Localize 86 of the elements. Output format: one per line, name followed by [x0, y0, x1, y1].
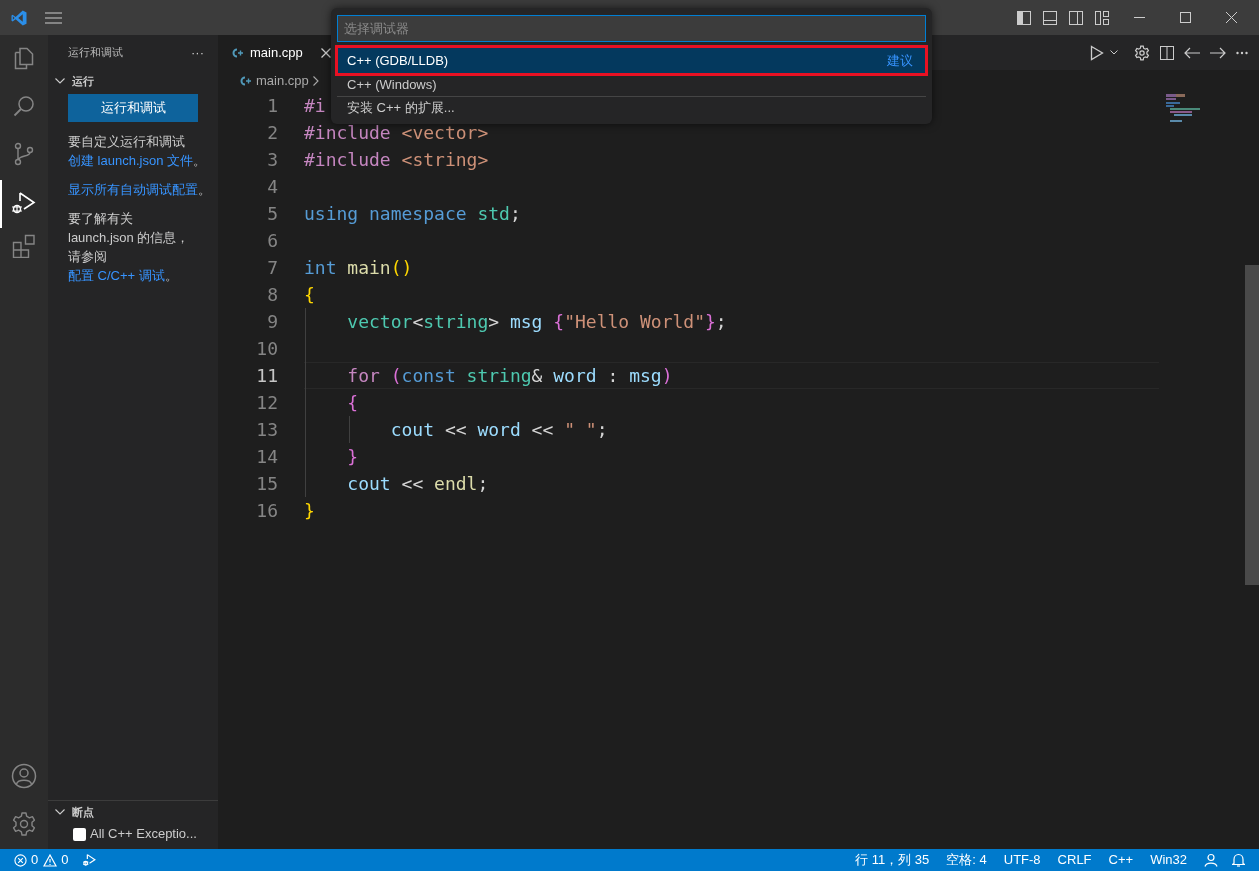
quick-pick-item[interactable]: C++ (Windows)	[337, 74, 926, 96]
chevron-down-icon[interactable]	[1110, 50, 1118, 55]
line-number: 10	[255, 337, 278, 361]
run-icon[interactable]	[1090, 44, 1104, 61]
back-arrow-icon[interactable]	[1184, 46, 1200, 59]
active-indicator	[0, 180, 2, 228]
recommended-label: 建议	[887, 51, 913, 70]
extensions-icon[interactable]	[12, 234, 36, 258]
doc-link[interactable]: 显示所有自动调试配置	[68, 182, 198, 197]
status-item[interactable]: Win32	[1150, 850, 1187, 870]
account-icon[interactable]	[11, 763, 37, 789]
error-icon	[14, 853, 27, 867]
line-number: 11	[255, 364, 278, 388]
bell-icon[interactable]	[1232, 853, 1245, 867]
customize-layout-icon[interactable]	[1095, 10, 1109, 25]
toggle-sidebar-icon[interactable]	[1017, 10, 1031, 25]
checkbox[interactable]	[73, 827, 86, 841]
code-line: cout << endl;	[346, 472, 489, 496]
vscode-logo-icon	[10, 8, 28, 27]
code-line: int main()	[304, 256, 413, 280]
cpp-file-icon	[238, 75, 252, 87]
line-number: 8	[266, 283, 278, 307]
code-line: #i	[304, 94, 326, 118]
code-line: #include <vector>	[304, 121, 489, 145]
warning-icon	[43, 853, 58, 867]
status-item[interactable]: UTF-8	[1003, 850, 1041, 870]
breakpoint-label: All C++ Exceptio...	[90, 825, 197, 844]
line-number: 15	[255, 472, 278, 496]
quick-pick-item[interactable]: C++ (GDB/LLDB) 建议	[337, 47, 926, 74]
settings-icon[interactable]	[1134, 44, 1150, 61]
files-icon[interactable]	[12, 46, 36, 70]
split-editor-icon[interactable]	[1160, 45, 1174, 60]
line-number: 7	[266, 256, 278, 280]
maximize-icon[interactable]	[1180, 12, 1191, 23]
line-number: 1	[266, 94, 278, 118]
code-line: }	[346, 445, 359, 469]
line-number: 12	[255, 391, 278, 415]
status-item[interactable]: C++	[1108, 850, 1134, 870]
forward-arrow-icon[interactable]	[1210, 46, 1226, 59]
menu-icon[interactable]	[45, 11, 62, 24]
sidebar-title: 运行和调试	[68, 45, 123, 61]
section-title[interactable]: 断点	[72, 803, 94, 821]
status-item[interactable]: 行 11，列 35	[855, 850, 930, 870]
code-line: #include <string>	[304, 148, 489, 172]
breadcrumb-item[interactable]: main.cpp	[256, 71, 309, 91]
source-control-icon[interactable]	[12, 142, 36, 166]
line-number: 14	[255, 445, 278, 469]
cpp-file-icon	[230, 46, 244, 59]
code-line: using namespace std;	[304, 202, 521, 226]
info-paragraph: 要了解有关 launch.json 的信息，请参阅 配置 C/C++ 调试。	[68, 210, 191, 285]
line-number: 5	[266, 202, 278, 226]
line-number: 16	[255, 499, 278, 523]
run-debug-icon[interactable]	[11, 190, 37, 216]
warning-count[interactable]: 0	[61, 850, 69, 870]
code-line: {	[346, 391, 359, 415]
line-number: 9	[266, 310, 278, 334]
more-icon[interactable]	[1236, 50, 1248, 55]
code-line: for (const string& word : msg)	[346, 364, 673, 388]
code-line: cout << word << " ";	[389, 418, 608, 442]
toggle-panel-icon[interactable]	[1043, 10, 1057, 25]
line-number: 4	[266, 175, 278, 199]
search-field[interactable]: 选择调试器	[337, 15, 926, 42]
account-icon[interactable]	[1204, 853, 1218, 867]
line-number: 13	[255, 418, 278, 442]
run-and-debug-button[interactable]: 运行和调试	[68, 94, 198, 122]
status-item[interactable]: 空格: 4	[946, 850, 987, 870]
toggle-secondary-sidebar-icon[interactable]	[1069, 10, 1083, 25]
code-line: }	[304, 499, 315, 523]
line-number: 6	[266, 229, 278, 253]
status-item[interactable]: CRLF	[1057, 850, 1092, 870]
code-line: vector<string> msg {"Hello World"};	[346, 310, 727, 334]
close-icon[interactable]	[1226, 12, 1237, 23]
error-count[interactable]: 0	[31, 850, 39, 870]
info-paragraph: 要自定义运行和调试 创建 launch.json 文件。	[68, 133, 198, 170]
code-line: {	[304, 283, 315, 307]
search-icon[interactable]	[12, 94, 36, 118]
doc-link[interactable]: 创建 launch.json 文件	[68, 153, 193, 168]
line-number: 2	[266, 121, 278, 145]
close-icon[interactable]	[320, 47, 331, 58]
chevron-right-icon	[312, 76, 319, 86]
more-actions-button[interactable]: ···	[191, 46, 204, 59]
doc-link[interactable]: 配置 C/C++ 调试	[68, 268, 165, 283]
section-title[interactable]: 运行	[72, 72, 94, 90]
scrollbar-thumb[interactable]	[1245, 265, 1259, 585]
quick-pick-item[interactable]: 安装 C++ 的扩展...	[337, 96, 926, 118]
line-number: 3	[266, 148, 278, 172]
